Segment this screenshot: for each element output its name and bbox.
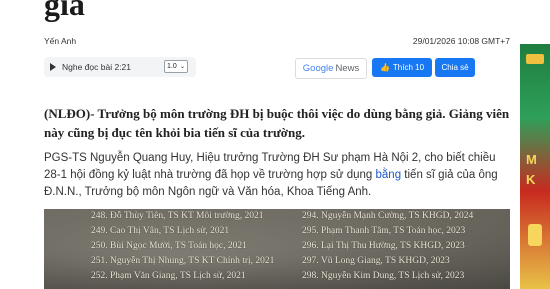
stele-line: 294. Nguyễn Mạnh Cường, TS KHGD, 2024 [302, 211, 474, 221]
thumbs-up-icon: 👍 [379, 63, 390, 72]
news-wordmark: News [335, 63, 360, 74]
article-photo: 248. Đỗ Thùy Tiên, TS KT Môi trường, 202… [44, 209, 510, 289]
google-logo-text: Google [303, 63, 334, 74]
inline-link[interactable]: bằng [376, 169, 402, 181]
article-meta: Yến Anh 29/01/2026 10:08 GMT+7 [44, 36, 510, 52]
facebook-like-button[interactable]: 👍 Thích 10 [372, 58, 432, 77]
stele-line: 296. Lại Thị Thu Hường, TS KHGD, 2023 [302, 241, 465, 251]
audio-duration: 2:21 [114, 62, 132, 72]
chevron-down-icon: ⌄ [179, 64, 185, 70]
stele-line: 248. Đỗ Thùy Tiên, TS KT Môi trường, 202… [91, 211, 264, 221]
article-toolbar: Nghe đọc bài 2:21 1.0 ⌄ Google News 👍 Th… [44, 57, 510, 79]
speed-select[interactable]: 1.0 ⌄ [164, 60, 188, 73]
audio-label-text: Nghe đọc bài [62, 62, 113, 72]
google-news-button[interactable]: Google News [295, 58, 367, 79]
author-name[interactable]: Yến Anh [44, 36, 76, 46]
audio-label: Nghe đọc bài 2:21 [62, 62, 131, 72]
stele-line: 297. Vũ Long Giang, TS KHGD, 2023 [302, 256, 450, 266]
ad-ornament [528, 224, 542, 246]
facebook-share-button[interactable]: Chia sẻ [435, 58, 475, 77]
side-advertisement[interactable]: M K [520, 44, 550, 289]
stele-line: 295. Phạm Thanh Tâm, TS Toán học, 2023 [302, 226, 466, 236]
speed-value: 1.0 [167, 63, 177, 70]
article-body-paragraph: PGS-TS Nguyễn Quang Huy, Hiệu trưởng Trư… [44, 150, 510, 201]
stele-line: 252. Phạm Văn Giang, TS Lịch sử, 2021 [91, 271, 246, 281]
stele-line: 251. Nguyễn Thị Nhung, TS KT Chính trị, … [91, 256, 275, 266]
facebook-like-label: Thích 10 [392, 63, 425, 72]
facebook-share-label: Chia sẻ [441, 63, 469, 72]
stele-line: 250. Bùi Ngọc Mười, TS Toán học, 2021 [91, 241, 247, 251]
google-wordmark: Google [302, 63, 334, 74]
ad-ornament [526, 54, 544, 64]
article-title: giả [44, 0, 85, 22]
stele-line: 249. Cao Thị Vân, TS Lịch sử, 2021 [91, 226, 230, 236]
ad-decoration: K [526, 172, 536, 187]
audio-player[interactable]: Nghe đọc bài 2:21 1.0 ⌄ [44, 57, 196, 77]
play-icon[interactable] [50, 63, 56, 71]
stele-line: 298. Nguyễn Kim Dung, TS Lịch sử, 2023 [302, 271, 465, 281]
ad-decoration: M [526, 152, 537, 167]
article-sapo: (NLĐO)- Trưởng bộ môn trường ĐH bị buộc … [44, 106, 510, 140]
publish-datetime: 29/01/2026 10:08 GMT+7 [412, 36, 510, 46]
